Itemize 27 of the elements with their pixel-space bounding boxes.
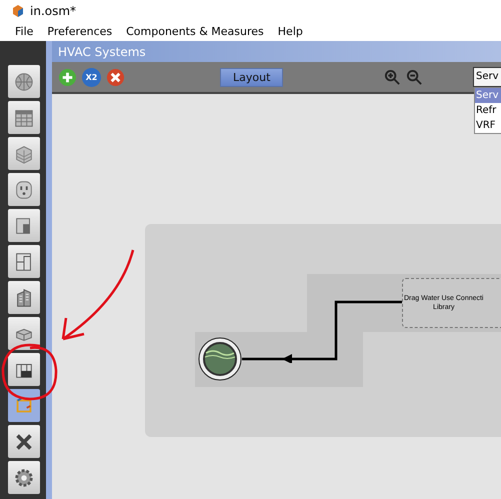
layout-button[interactable]: Layout [220, 68, 284, 86]
globe-icon [13, 70, 35, 92]
sidebar-tab[interactable] [8, 245, 40, 278]
window-title: in.osm* [30, 4, 76, 18]
gear-icon [13, 466, 35, 488]
sidebar-tab[interactable] [8, 353, 40, 386]
delete-icon[interactable] [106, 68, 125, 86]
outlet-icon [13, 178, 35, 200]
water-heater-icon[interactable] [198, 337, 242, 381]
dropdown-option[interactable]: VRF [475, 118, 501, 133]
menu-item[interactable]: Components & Measures [126, 25, 264, 38]
sidebar-tab[interactable] [8, 209, 40, 242]
duplicate-icon[interactable]: X2 [82, 68, 101, 86]
sidebar-tab[interactable] [8, 461, 40, 494]
sidebar-tab[interactable] [8, 281, 40, 314]
dropdown[interactable]: Serv [473, 67, 501, 87]
panel-title: HVAC Systems [58, 44, 146, 58]
menu-item[interactable]: Help [278, 25, 303, 38]
menu-item[interactable]: Preferences [47, 25, 112, 38]
menu-item[interactable]: File [15, 25, 34, 38]
sidebar-tab[interactable] [8, 317, 40, 350]
app-logo-icon [12, 5, 24, 17]
add-icon[interactable] [58, 68, 77, 86]
zoom-out-icon[interactable] [406, 68, 424, 86]
dropdown-option[interactable]: Refr [475, 103, 501, 118]
zoom-in-icon[interactable] [384, 68, 402, 86]
sidebar-tab[interactable] [8, 425, 40, 458]
